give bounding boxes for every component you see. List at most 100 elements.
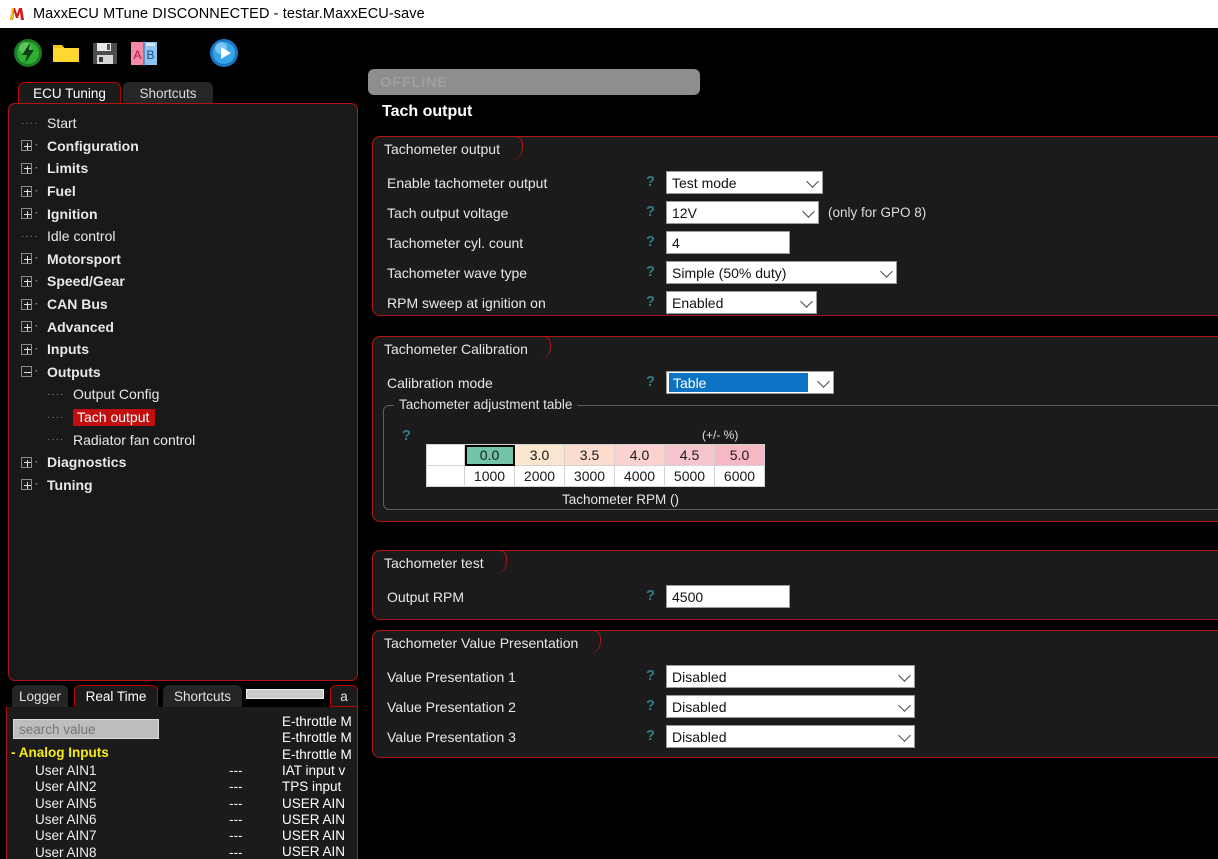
sidebar-item-motorsport[interactable]: ·Motorsport	[21, 248, 357, 271]
connect-icon[interactable]	[12, 37, 44, 69]
help-icon[interactable]: ?	[646, 174, 655, 190]
sidebar-item-advanced[interactable]: ·Advanced	[21, 315, 357, 338]
tach-output-row: RPM sweep at ignition on?Enabled	[373, 291, 1218, 321]
sidebar-item-tach-output[interactable]: ····Tach output	[21, 406, 357, 429]
sidebar-item-idle-control[interactable]: ····Idle control	[21, 225, 357, 248]
chevron-down-icon[interactable]	[802, 205, 815, 218]
value-presentation-dropdown[interactable]: Disabled	[666, 665, 915, 688]
adjustment-table-axis-label: Tachometer RPM ()	[562, 492, 679, 507]
help-icon[interactable]: ?	[646, 264, 655, 280]
tach-output-input[interactable]: 4	[666, 231, 790, 254]
table-cell-value[interactable]: 4.0	[615, 445, 665, 466]
chevron-down-icon[interactable]	[806, 175, 819, 188]
table-cell-value[interactable]: 5.0	[715, 445, 765, 466]
sidebar-item-label: Idle control	[47, 228, 115, 244]
value-presentation-dropdown[interactable]: Disabled	[666, 695, 915, 718]
tach-output-dropdown[interactable]: Simple (50% duty)	[666, 261, 897, 284]
sidebar-item-speed-gear[interactable]: ·Speed/Gear	[21, 270, 357, 293]
expand-plus-icon[interactable]: ·	[21, 186, 47, 197]
tach-output-dropdown[interactable]: Enabled	[666, 291, 817, 314]
help-icon[interactable]: ?	[646, 374, 655, 390]
sidebar-item-configuration[interactable]: ·Configuration	[21, 135, 357, 158]
table-cell-value[interactable]: 4.5	[665, 445, 715, 466]
sidebar-item-can-bus[interactable]: ·CAN Bus	[21, 293, 357, 316]
tachometer-adjustment-table[interactable]: 0.03.03.54.04.55.0 100020003000400050006…	[426, 444, 765, 487]
collapse-minus-icon[interactable]: ·	[21, 366, 47, 377]
help-icon[interactable]: ?	[646, 698, 655, 714]
calibration-dropdown[interactable]: Table	[666, 371, 834, 394]
logger-tab-shortcuts[interactable]: Shortcuts	[163, 685, 242, 707]
open-icon[interactable]	[50, 37, 82, 69]
sidebar-item-fuel[interactable]: ·Fuel	[21, 180, 357, 203]
sidebar-item-ignition[interactable]: ·Ignition	[21, 202, 357, 225]
table-cell-axis[interactable]: 6000	[715, 466, 765, 487]
tree-leaf-icon[interactable]: ····	[21, 434, 73, 445]
logger-tab-real-time[interactable]: Real Time	[74, 685, 158, 707]
logger-row-value: ---	[229, 812, 243, 827]
sidebar-item-tuning[interactable]: ·Tuning	[21, 474, 357, 497]
tree-leaf-icon[interactable]: ····	[21, 389, 73, 400]
tach-output-value: Simple (50% duty)	[672, 265, 786, 281]
tach-output-dropdown[interactable]: 12V	[666, 201, 819, 224]
sidebar-item-outputs[interactable]: ·Outputs	[21, 361, 357, 384]
table-cell-axis[interactable]: 1000	[465, 466, 515, 487]
tach-output-suffix: (only for GPO 8)	[828, 205, 926, 220]
tab-shortcuts[interactable]: Shortcuts	[123, 82, 213, 104]
sidebar-item-diagnostics[interactable]: ·Diagnostics	[21, 451, 357, 474]
chevron-down-icon[interactable]	[898, 669, 911, 682]
tree-leaf-icon[interactable]: ····	[21, 231, 47, 242]
save-icon[interactable]	[89, 37, 121, 69]
help-icon[interactable]: ?	[646, 668, 655, 684]
sidebar-item-limits[interactable]: ·Limits	[21, 157, 357, 180]
expand-plus-icon[interactable]: ·	[21, 276, 47, 287]
expand-plus-icon[interactable]: ·	[21, 253, 47, 264]
tach-output-value: Enabled	[672, 295, 723, 311]
table-cell-axis[interactable]: 4000	[615, 466, 665, 487]
tach-test-input[interactable]: 4500	[666, 585, 790, 608]
tab-ecu-tuning[interactable]: ECU Tuning	[18, 82, 121, 104]
tree-leaf-icon[interactable]: ····	[21, 412, 73, 423]
tree-leaf-icon[interactable]: ····	[21, 118, 47, 129]
expand-plus-icon[interactable]: ·	[21, 457, 47, 468]
chevron-down-icon[interactable]	[817, 375, 830, 388]
adjustment-table-help-icon[interactable]: ?	[402, 428, 411, 444]
sidebar-item-output-config[interactable]: ····Output Config	[21, 383, 357, 406]
help-icon[interactable]: ?	[646, 204, 655, 220]
table-corner-cell	[427, 466, 465, 487]
chevron-down-icon[interactable]	[800, 295, 813, 308]
expand-plus-icon[interactable]: ·	[21, 140, 47, 151]
table-cell-value[interactable]: 0.0	[465, 445, 515, 466]
expand-plus-icon[interactable]: ·	[21, 344, 47, 355]
help-icon[interactable]: ?	[646, 294, 655, 310]
sidebar-item-start[interactable]: ····Start	[21, 112, 357, 135]
chevron-down-icon[interactable]	[880, 265, 893, 278]
logger-group-analog-inputs[interactable]: - Analog Inputs	[11, 745, 109, 760]
tabbar-grip-handle[interactable]	[246, 689, 324, 699]
logger-tab-a[interactable]: a	[330, 685, 358, 707]
expand-plus-icon[interactable]: ·	[21, 208, 47, 219]
compare-icon[interactable]: A B	[128, 37, 160, 69]
value-presentation-dropdown[interactable]: Disabled	[666, 725, 915, 748]
help-icon[interactable]: ?	[646, 588, 655, 604]
table-cell-axis[interactable]: 2000	[515, 466, 565, 487]
expand-plus-icon[interactable]: ·	[21, 163, 47, 174]
table-cell-value[interactable]: 3.0	[515, 445, 565, 466]
expand-plus-icon[interactable]: ·	[21, 479, 47, 490]
tach-output-dropdown[interactable]: Test mode	[666, 171, 823, 194]
table-cell-value[interactable]: 3.5	[565, 445, 615, 466]
chevron-down-icon[interactable]	[898, 699, 911, 712]
table-cell-axis[interactable]: 3000	[565, 466, 615, 487]
play-icon[interactable]	[208, 37, 240, 69]
table-cell-axis[interactable]: 5000	[665, 466, 715, 487]
navigation-tree-panel[interactable]: ····Start·Configuration·Limits·Fuel·Igni…	[8, 103, 358, 681]
expand-plus-icon[interactable]: ·	[21, 299, 47, 310]
expand-plus-icon[interactable]: ·	[21, 321, 47, 332]
value-presentation-row: Value Presentation 3?Disabled	[373, 725, 1218, 755]
logger-tab-logger[interactable]: Logger	[12, 685, 68, 707]
sidebar-item-radiator-fan-control[interactable]: ····Radiator fan control	[21, 428, 357, 451]
help-icon[interactable]: ?	[646, 234, 655, 250]
chevron-down-icon[interactable]	[898, 729, 911, 742]
search-input[interactable]	[13, 719, 159, 739]
sidebar-item-inputs[interactable]: ·Inputs	[21, 338, 357, 361]
help-icon[interactable]: ?	[646, 728, 655, 744]
